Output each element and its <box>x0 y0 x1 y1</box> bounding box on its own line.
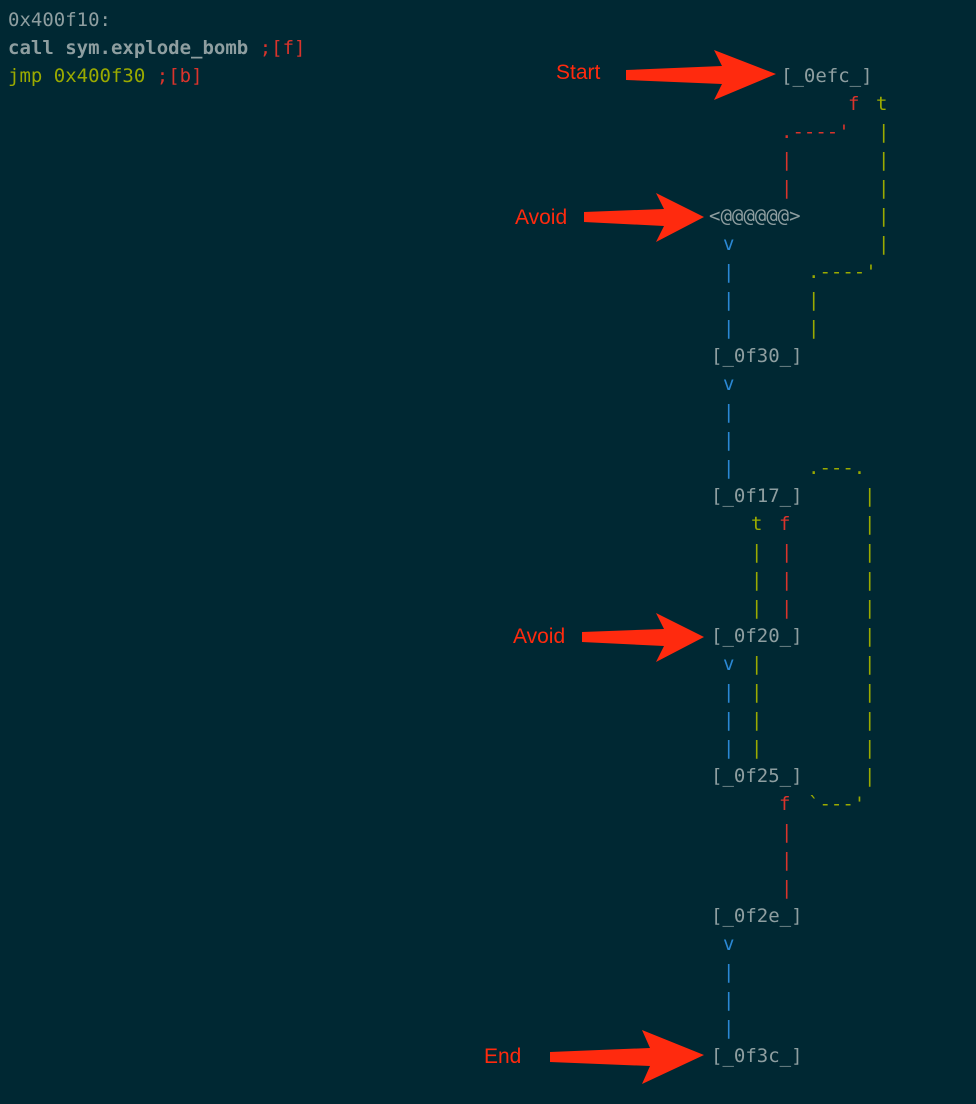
annotation-avoid-1: Avoid <box>515 206 568 229</box>
annotation-arrows <box>550 50 776 1084</box>
arrow-avoid-2-icon <box>582 613 704 662</box>
annotation-start: Start <box>556 61 601 84</box>
arrow-end-icon <box>550 1030 704 1084</box>
arrow-avoid-1-icon <box>584 193 704 242</box>
annotation-end: End <box>484 1045 522 1068</box>
arrow-start-icon <box>626 50 776 100</box>
annotation-avoid-2: Avoid <box>513 625 566 648</box>
